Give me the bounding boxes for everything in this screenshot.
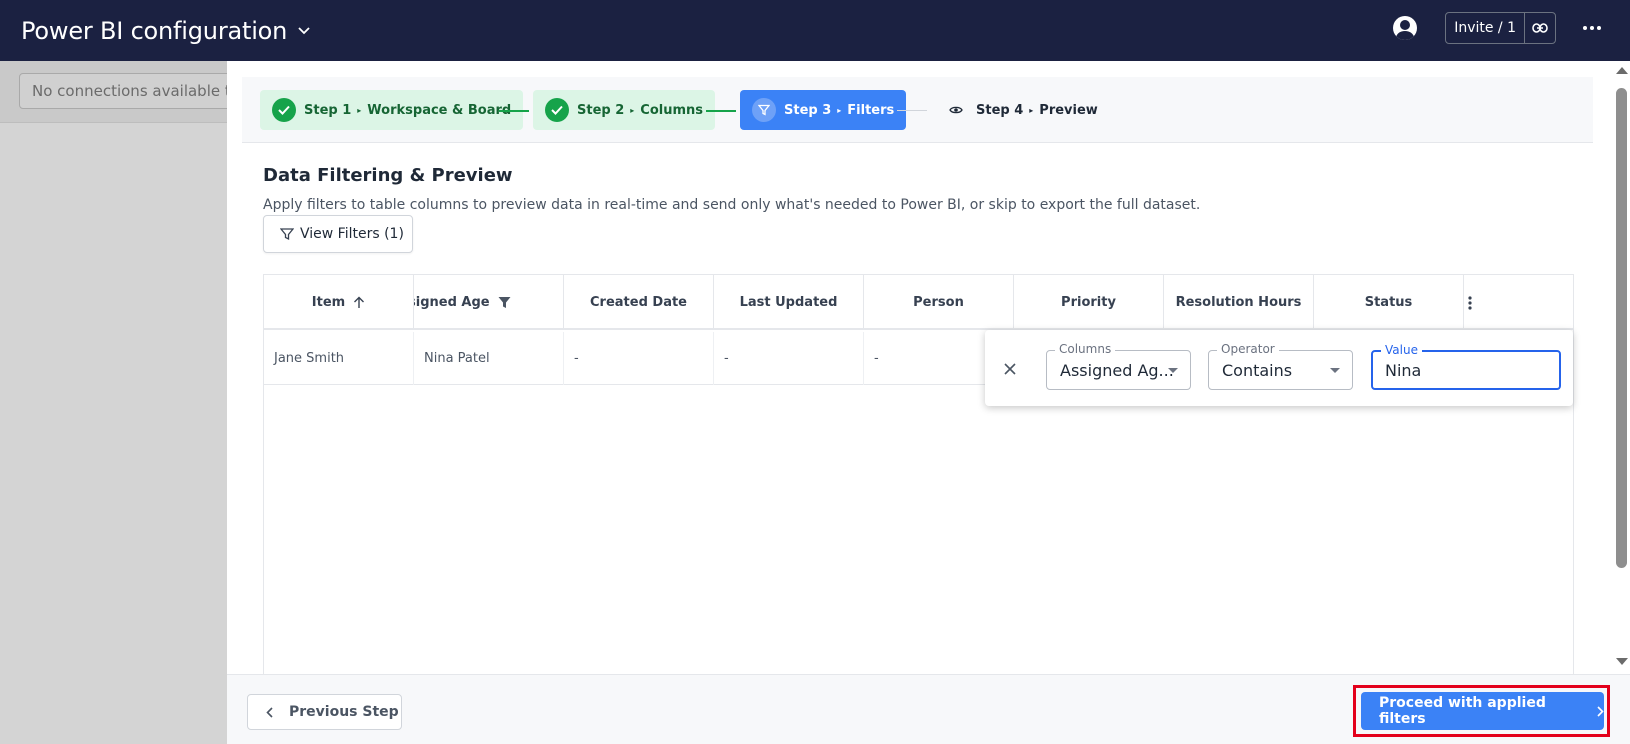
step-4-name: Preview — [1039, 102, 1098, 118]
table-cell[interactable]: Jane Smith — [264, 332, 414, 385]
value-label: Value — [1381, 343, 1422, 357]
step-connector — [499, 110, 529, 112]
step-4[interactable]: Step 4 ▸ Preview — [932, 90, 1110, 130]
section-description: Apply filters to table columns to previe… — [263, 197, 1201, 213]
proceed-button[interactable]: Proceed with applied filters — [1361, 692, 1604, 730]
chevron-right-icon — [1597, 705, 1604, 717]
step-1[interactable]: Step 1 ▸ Workspace & Board — [260, 90, 524, 130]
step-separator: ▸ — [837, 105, 842, 115]
filter-icon[interactable] — [498, 296, 511, 309]
column-menu-icon[interactable] — [1464, 275, 1573, 330]
check-icon — [272, 98, 296, 122]
invite-group: Invite / 1 — [1445, 12, 1556, 44]
app-title: Power BI configuration — [21, 16, 288, 45]
caret-down-icon — [1330, 368, 1340, 373]
column-header-person[interactable]: Person — [864, 275, 1014, 330]
chevron-down-icon[interactable] — [297, 24, 311, 38]
column-header-label: signed Age — [414, 295, 490, 310]
section-title: Data Filtering & Preview — [263, 165, 513, 186]
step-separator: ▸ — [630, 105, 635, 115]
proceed-label: Proceed with applied filters — [1379, 695, 1546, 727]
column-header-priority[interactable]: Priority — [1014, 275, 1164, 330]
stepper: Step 1 ▸ Workspace & Board Step 2 ▸ Colu… — [242, 77, 1593, 143]
chevron-left-icon — [266, 706, 273, 718]
column-header-status[interactable]: Status — [1314, 275, 1464, 330]
check-icon — [545, 98, 569, 122]
columns-label: Columns — [1055, 342, 1116, 356]
previous-step-button[interactable]: Previous Step — [247, 694, 402, 730]
connection-select: No connections available to s — [19, 73, 259, 109]
step-4-number: Step 4 — [976, 102, 1024, 118]
top-right-controls: Invite / 1 — [1393, 12, 1610, 44]
top-bar: Power BI configuration Invite / 1 — [0, 0, 1630, 61]
step-3-number: Step 3 — [784, 102, 832, 118]
columns-value: Assigned Ag... — [1060, 361, 1174, 380]
table-cell[interactable]: - — [564, 332, 714, 385]
step-3-name: Filters — [847, 102, 895, 118]
more-options-icon[interactable] — [1574, 12, 1610, 44]
filter-popover: Columns Assigned Ag... Operator Contains… — [985, 330, 1573, 406]
step-2-number: Step 2 — [577, 102, 625, 118]
caret-down-icon — [1168, 368, 1178, 373]
column-header-resolution-hours[interactable]: Resolution Hours — [1164, 275, 1314, 330]
filter-icon — [752, 98, 776, 122]
scroll-down-icon[interactable] — [1616, 658, 1628, 665]
filter-icon — [280, 228, 294, 241]
arrow-up-icon[interactable] — [353, 296, 365, 309]
table-cell[interactable]: Nina Patel — [414, 332, 564, 385]
previous-step-label: Previous Step — [289, 704, 399, 720]
table-header: Item signed Age Created Date Last Update… — [264, 275, 1573, 330]
column-header-assigned-agent[interactable]: signed Age — [414, 275, 564, 330]
step-1-number: Step 1 — [304, 102, 352, 118]
step-separator: ▸ — [357, 105, 362, 115]
scrollbar[interactable] — [1612, 61, 1630, 674]
column-header-item[interactable]: Item — [264, 275, 414, 330]
step-3[interactable]: Step 3 ▸ Filters — [740, 90, 907, 130]
step-2-name: Columns — [640, 102, 704, 118]
footer: Previous Step Proceed with applied filte… — [227, 674, 1630, 744]
value-text: Nina — [1385, 361, 1422, 380]
view-filters-label: View Filters (1) — [300, 226, 404, 242]
table-cell[interactable]: - — [714, 332, 864, 385]
columns-select[interactable]: Columns Assigned Ag... — [1046, 342, 1191, 390]
step-2[interactable]: Step 2 ▸ Columns — [533, 90, 716, 130]
scrollbar-thumb[interactable] — [1616, 88, 1627, 568]
invite-button[interactable]: Invite / 1 — [1446, 13, 1525, 43]
avatar[interactable] — [1393, 16, 1418, 40]
value-input[interactable]: Value Nina — [1371, 343, 1561, 390]
operator-value: Contains — [1222, 361, 1293, 380]
column-header-last-updated[interactable]: Last Updated — [714, 275, 864, 330]
operator-label: Operator — [1217, 342, 1279, 356]
link-icon[interactable] — [1525, 13, 1555, 43]
column-header-created-date[interactable]: Created Date — [564, 275, 714, 330]
step-connector — [706, 110, 736, 112]
step-separator: ▸ — [1029, 105, 1034, 115]
step-connector — [897, 110, 927, 111]
operator-select[interactable]: Operator Contains — [1208, 342, 1353, 390]
eye-icon — [944, 98, 968, 122]
scroll-up-icon[interactable] — [1616, 67, 1628, 74]
column-header-label: Item — [311, 295, 346, 310]
close-icon[interactable] — [999, 358, 1021, 380]
view-filters-button[interactable]: View Filters (1) — [263, 215, 413, 253]
config-panel: Step 1 ▸ Workspace & Board Step 2 ▸ Colu… — [227, 61, 1630, 744]
step-1-name: Workspace & Board — [367, 102, 512, 118]
